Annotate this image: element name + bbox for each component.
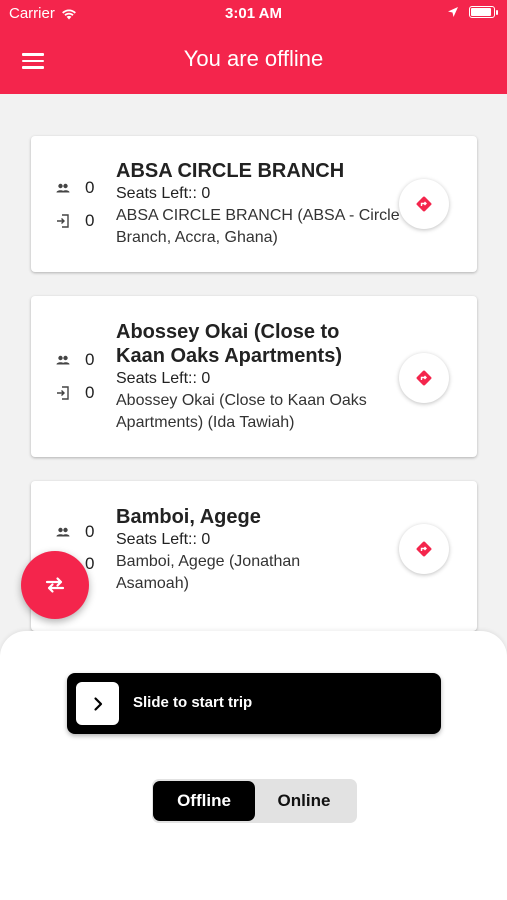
stop-card[interactable]: 0 0 Bamboi, Agege Seats Left:: 0 Bamboi,… <box>31 481 477 631</box>
passenger-value: 0 <box>85 350 95 369</box>
directions-icon <box>416 196 432 212</box>
page-title: You are offline <box>183 46 324 71</box>
people-icon <box>56 355 70 365</box>
directions-button[interactable] <box>399 524 449 574</box>
status-right <box>447 6 498 18</box>
passenger-count: 0 <box>55 350 94 370</box>
app-bar: You are offline <box>0 28 507 94</box>
stop-info: Abossey Okai (Close to Kaan Oaks Apartme… <box>116 320 386 434</box>
status-time: 3:01 AM <box>225 5 282 22</box>
stop-title: Abossey Okai (Close to Kaan Oaks Apartme… <box>116 321 342 367</box>
people-icon <box>56 527 70 537</box>
swap-fab-button[interactable] <box>21 551 89 619</box>
bottom-sheet: Slide to start trip Offline Online <box>0 631 507 900</box>
directions-button[interactable] <box>399 353 449 403</box>
battery-icon <box>469 6 498 18</box>
directions-icon <box>416 370 432 386</box>
stop-title: ABSA CIRCLE BRANCH <box>116 160 345 182</box>
people-icon <box>56 183 70 193</box>
chevron-right-icon <box>93 696 102 711</box>
stop-card[interactable]: 0 0 Abossey Okai (Close to Kaan Oaks Apa… <box>31 296 477 457</box>
boarded-count: 0 <box>55 383 94 403</box>
stop-info: Bamboi, Agege Seats Left:: 0 Bamboi, Age… <box>116 505 366 595</box>
swap-arrows-icon <box>45 577 65 593</box>
stop-address: Bamboi, Agege (Jonathan Asamoah) <box>116 553 301 592</box>
passenger-count: 0 <box>55 178 94 198</box>
slider-handle[interactable] <box>76 682 119 725</box>
stop-card[interactable]: 0 0 ABSA CIRCLE BRANCH Seats Left:: 0 AB… <box>31 136 477 272</box>
stop-title: Bamboi, Agege <box>116 506 261 528</box>
login-icon <box>57 214 69 228</box>
login-icon <box>57 386 69 400</box>
location-arrow-icon <box>448 7 458 17</box>
status-bar: Carrier 3:01 AM <box>0 0 507 28</box>
stop-stats: 0 0 <box>55 136 115 272</box>
stop-address: ABSA CIRCLE BRANCH (ABSA - Circle Branch… <box>116 207 400 246</box>
directions-icon <box>416 541 432 557</box>
stop-stats: 0 0 <box>55 296 115 457</box>
passenger-value: 0 <box>85 522 95 541</box>
seats-left: Seats Left:: 0 <box>116 370 211 387</box>
directions-button[interactable] <box>399 179 449 229</box>
offline-option[interactable]: Offline <box>153 781 255 821</box>
start-trip-slider[interactable]: Slide to start trip <box>67 673 441 734</box>
seats-left: Seats Left:: 0 <box>116 531 211 548</box>
slider-label: Slide to start trip <box>133 694 253 711</box>
stop-info: ABSA CIRCLE BRANCH Seats Left:: 0 ABSA C… <box>116 159 406 249</box>
boarded-value: 0 <box>85 383 95 402</box>
mode-toggle: Offline Online <box>152 779 357 823</box>
online-option[interactable]: Online <box>253 781 355 821</box>
stop-address: Abossey Okai (Close to Kaan Oaks Apartme… <box>116 392 367 431</box>
passenger-count: 0 <box>55 522 94 542</box>
seats-left: Seats Left:: 0 <box>116 185 211 202</box>
boarded-value: 0 <box>85 211 95 230</box>
boarded-count: 0 <box>55 211 94 231</box>
screen: Carrier 3:01 AM You are offline 0 0 ABSA… <box>0 0 507 900</box>
passenger-value: 0 <box>85 178 95 197</box>
top-bar: Carrier 3:01 AM You are offline <box>0 0 507 94</box>
